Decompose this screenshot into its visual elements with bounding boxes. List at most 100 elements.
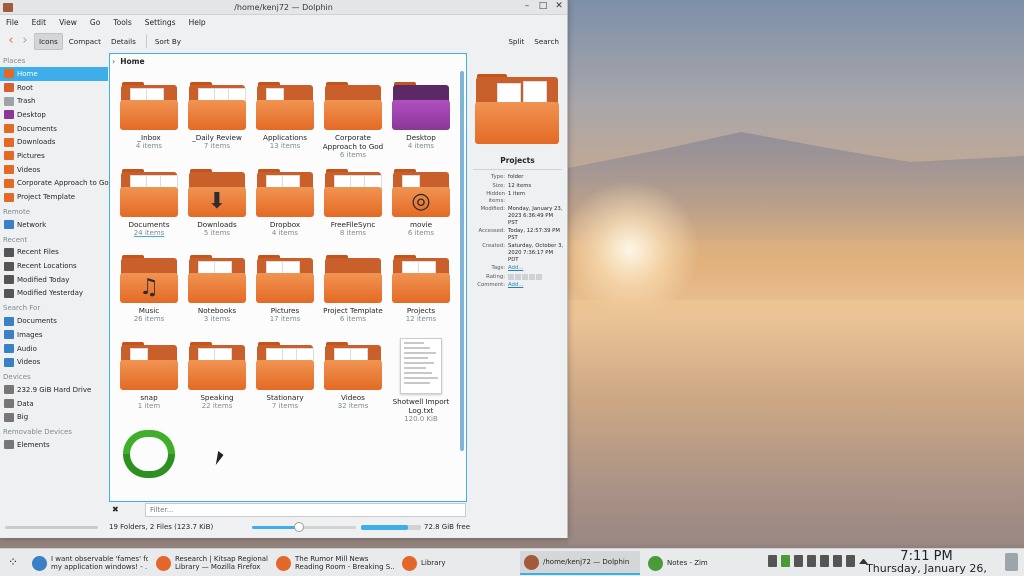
folder-item[interactable]: Desktop 4 items (387, 78, 455, 165)
maximize-button[interactable]: □ (538, 1, 548, 11)
filter-input[interactable] (145, 503, 466, 517)
application-launcher-icon[interactable]: ⁘ (8, 555, 18, 569)
folder-item[interactable]: snap 1 item (115, 338, 183, 425)
sidebar-item-downloads[interactable]: Downloads (0, 135, 108, 149)
folder-item[interactable]: Documents 24 items (115, 165, 183, 252)
close-button[interactable]: ✕ (554, 1, 564, 11)
task-label-line-1: The Rumor Mill News (295, 554, 369, 563)
sidebar-item-videos[interactable]: Videos (0, 163, 108, 177)
star-icon[interactable] (522, 273, 528, 280)
sidebar-item-pictures[interactable]: Pictures (0, 149, 108, 163)
icons-view-button[interactable]: Icons (34, 32, 63, 50)
tray-zim-icon[interactable] (781, 555, 790, 567)
vertical-scrollbar[interactable] (460, 71, 464, 451)
sidebar-item-modified-today[interactable]: Modified Today (0, 273, 108, 287)
folder-item[interactable]: ⬇ Downloads 5 items (183, 165, 251, 252)
sidebar-item-label: Modified Yesterday (17, 289, 84, 298)
folder-item[interactable]: Notebooks 3 items (183, 251, 251, 338)
folder-item[interactable]: Pictures 17 items (251, 251, 319, 338)
taskbar-task[interactable]: /home/kenj72 — Dolphin (520, 551, 640, 575)
tray-usb-icon[interactable] (807, 555, 816, 567)
split-button[interactable]: Split (508, 37, 524, 46)
folder-item[interactable]: Applications 13 items (251, 78, 319, 165)
star-icon[interactable] (536, 273, 542, 280)
sidebar-item-modified-yesterday[interactable]: Modified Yesterday (0, 287, 108, 301)
file-item[interactable]: Shotwell Import Log.txt 120.0 KiB (387, 337, 455, 425)
back-arrow-icon[interactable]: ‹ (4, 34, 18, 48)
folder-item[interactable]: Projects 12 items (387, 251, 455, 338)
taskbar-task[interactable]: The Rumor Mill News Reading Room - Breaki… (272, 551, 394, 575)
sidebar-item-root[interactable]: Root (0, 81, 108, 95)
sort-by-button[interactable]: Sort By (151, 34, 185, 49)
sidebar-item-documents[interactable]: Documents (0, 314, 108, 328)
sidebar-item-big[interactable]: Big (0, 410, 108, 424)
menu-help[interactable]: Help (189, 18, 206, 27)
sidebar-item-project-template[interactable]: Project Template (0, 190, 108, 204)
menu-edit[interactable]: Edit (32, 18, 47, 27)
titlebar[interactable]: /home/kenj72 — Dolphin – □ ✕ (0, 0, 567, 15)
tray-clipboard-icon[interactable] (768, 555, 777, 567)
sidebar-item-desktop[interactable]: Desktop (0, 108, 108, 122)
taskbar-task[interactable]: Research | Kitsap Regional Library — Mozi… (152, 551, 268, 575)
sidebar-item-videos[interactable]: Videos (0, 355, 108, 369)
folder-item[interactable]: _Inbox 4 items (115, 78, 183, 165)
star-icon[interactable] (529, 273, 535, 280)
zoom-slider[interactable] (252, 522, 356, 532)
sidebar-item-elements[interactable]: Elements (0, 438, 108, 452)
sidebar-item-audio[interactable]: Audio (0, 342, 108, 356)
sidebar-item-232-9-gib-hard-drive[interactable]: 232.9 GiB Hard Drive (0, 383, 108, 397)
menu-settings[interactable]: Settings (145, 18, 176, 27)
sidebar-item-data[interactable]: Data (0, 397, 108, 411)
trash-applet-icon[interactable] (1005, 553, 1018, 571)
sidebar-item-corporate-approach-to-god[interactable]: Corporate Approach to God (0, 177, 113, 191)
file-item[interactable] (115, 424, 183, 511)
info-add-link[interactable]: Add... (508, 265, 564, 272)
close-filter-icon[interactable]: ✖ (112, 505, 119, 514)
breadcrumb-chevron-icon[interactable]: › (112, 57, 115, 66)
taskbar-task[interactable]: I want observable 'fames' for my applicat… (28, 551, 148, 575)
rating-stars[interactable] (508, 273, 542, 281)
sidebar-item-network[interactable]: Network (0, 218, 108, 232)
info-add-link[interactable]: Add... (508, 282, 564, 289)
menu-file[interactable]: File (6, 18, 19, 27)
minimize-button[interactable]: – (522, 1, 532, 11)
sidebar-item-trash[interactable]: Trash (0, 94, 108, 108)
sidebar-item-images[interactable]: Images (0, 328, 108, 342)
sidebar-item-home[interactable]: Home (0, 67, 108, 81)
menu-view[interactable]: View (59, 18, 77, 27)
folder-item[interactable]: Dropbox 4 items (251, 165, 319, 252)
place-icon (4, 412, 14, 422)
sidebar-item-documents[interactable]: Documents (0, 122, 108, 136)
folder-item[interactable]: ◎ movie 6 items (387, 165, 455, 252)
star-icon[interactable] (508, 273, 514, 280)
search-button[interactable]: Search (534, 37, 559, 46)
places-resize-handle[interactable] (5, 526, 98, 529)
folder-item[interactable]: FreeFileSync 8 items (319, 165, 387, 252)
file-view[interactable]: › Home _Inbox 4 items _Daily Review 7 items… (109, 53, 467, 502)
folder-icon: ◎ (392, 168, 450, 217)
breadcrumb-home[interactable]: Home (120, 57, 144, 66)
zoom-slider-handle[interactable] (293, 522, 304, 532)
folder-item[interactable]: ♫ Music 26 items (115, 251, 183, 338)
menu-tools[interactable]: Tools (113, 18, 131, 27)
details-view-button[interactable]: Details (107, 34, 140, 49)
sidebar-item-recent-locations[interactable]: Recent Locations (0, 259, 108, 273)
compact-view-button[interactable]: Compact (65, 34, 105, 49)
folder-item[interactable]: _Daily Review 7 items (183, 78, 251, 165)
menu-go[interactable]: Go (90, 18, 100, 27)
tray-printer-icon[interactable] (820, 555, 829, 567)
taskbar-task[interactable]: Notes - Zim (644, 551, 760, 575)
breadcrumb[interactable]: › Home (110, 54, 145, 68)
folder-item[interactable]: Stationary 7 items (251, 338, 319, 425)
taskbar-task[interactable]: Library (398, 551, 516, 575)
folder-item[interactable]: Corporate Approach to God 6 items (319, 78, 387, 165)
folder-item[interactable]: Speaking 22 items (183, 338, 251, 425)
star-icon[interactable] (515, 273, 521, 280)
folder-item[interactable]: Project Template 6 items (319, 251, 387, 338)
tray-notes-icon[interactable] (794, 555, 803, 567)
folder-item[interactable]: Videos 32 items (319, 338, 387, 425)
forward-arrow-icon[interactable]: › (18, 34, 32, 48)
tray-volume-icon[interactable] (833, 555, 842, 567)
sidebar-item-recent-files[interactable]: Recent Files (0, 246, 108, 260)
digital-clock[interactable]: 7:11 PM Thursday, January 26, 2023 (854, 550, 999, 576)
